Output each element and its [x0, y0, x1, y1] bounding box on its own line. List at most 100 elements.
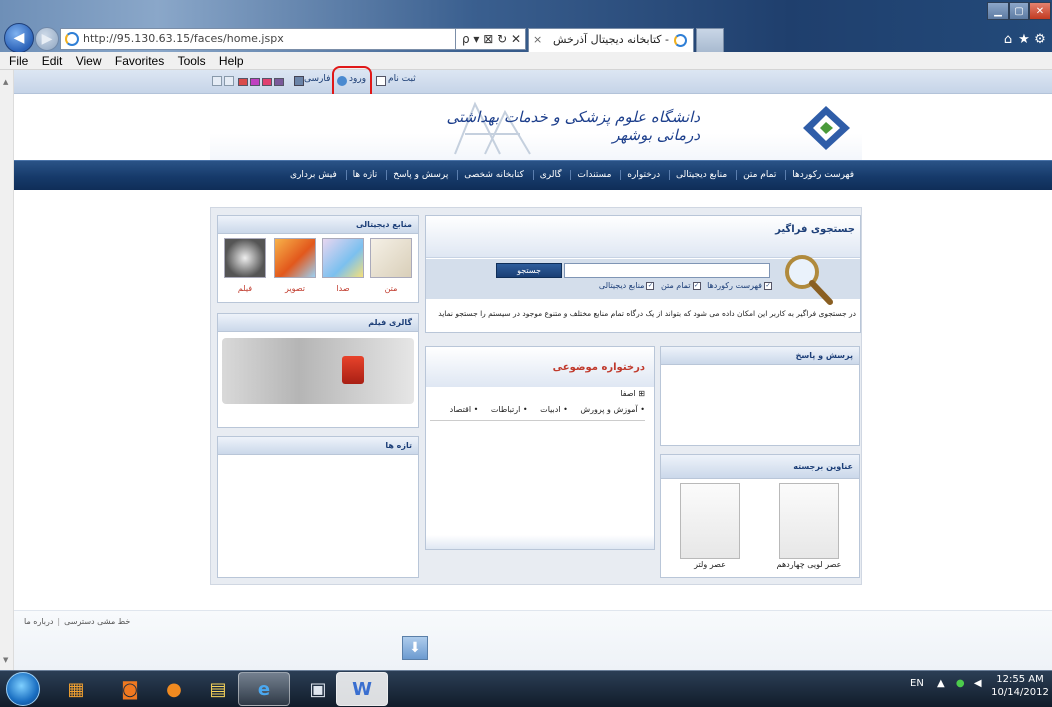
- print-icon[interactable]: [212, 76, 222, 86]
- menu-file[interactable]: File: [9, 54, 28, 68]
- nav-gallery[interactable]: گالری: [532, 170, 568, 180]
- nav-tree[interactable]: درختواره: [620, 170, 667, 180]
- footer-links: خط مشی دسترسی|درباره ما: [24, 617, 131, 626]
- signup-link[interactable]: ثبت نام: [388, 74, 416, 84]
- word-icon[interactable]: W: [336, 672, 388, 706]
- footer-link-policy[interactable]: خط مشی دسترسی: [64, 617, 130, 626]
- tree-item[interactable]: • ارتباطات: [491, 405, 528, 414]
- address-url: http://95.130.63.15/faces/home.jspx: [83, 32, 284, 45]
- film-gallery-banner[interactable]: [222, 338, 414, 404]
- nav-qa[interactable]: پرسش و پاسخ: [386, 170, 455, 180]
- option-full-text[interactable]: ✓تمام متن: [661, 281, 701, 290]
- settings-gear-icon[interactable]: ⚙: [1032, 32, 1048, 48]
- text-resource-label[interactable]: متن: [370, 284, 412, 293]
- nav-digital-resources[interactable]: منابع دیجیتالی: [669, 170, 734, 180]
- records-checkbox[interactable]: ✓: [764, 281, 772, 290]
- scroll-down-button[interactable]: ⬇: [402, 636, 428, 660]
- featured-book-cover[interactable]: [680, 483, 740, 559]
- clock-date: 10/14/2012: [991, 687, 1049, 698]
- tree-root-label[interactable]: اصفا: [620, 389, 636, 398]
- network-icon[interactable]: ●: [956, 678, 965, 689]
- system-clock[interactable]: 12:55 AM 10/14/2012: [990, 673, 1050, 699]
- featured-titles-title: عناوین برجسته: [661, 455, 859, 479]
- system-tray: EN ▲ ● ◀: [910, 678, 982, 689]
- tree-item[interactable]: • اقتصاد: [450, 405, 479, 414]
- tree-item[interactable]: • آموزش و پرورش: [580, 405, 645, 414]
- tab-close-icon[interactable]: ×: [533, 29, 547, 51]
- language-link[interactable]: فارسی: [304, 74, 330, 84]
- new-tab-button[interactable]: [696, 28, 724, 52]
- favorites-star-icon[interactable]: ★: [1016, 32, 1032, 48]
- full-text-checkbox[interactable]: ✓: [692, 281, 701, 290]
- address-bar[interactable]: http://95.130.63.15/faces/home.jspx: [60, 28, 456, 50]
- featured-book-cover[interactable]: [779, 483, 839, 559]
- image-resource-label[interactable]: تصویر: [274, 284, 316, 293]
- theme-pink-swatch[interactable]: [262, 78, 272, 86]
- clock-time: 12:55 AM: [996, 674, 1044, 685]
- back-arrow-icon: ◀: [13, 30, 25, 46]
- option-records[interactable]: ✓فهرست رکوردها: [707, 281, 772, 290]
- menu-view[interactable]: View: [76, 54, 102, 68]
- address-bar-tools[interactable]: ρ ▾ ⊠ ↻ ✕: [456, 28, 526, 50]
- start-button[interactable]: [6, 672, 40, 706]
- signup-icon: [376, 76, 386, 86]
- featured-book-title[interactable]: عصر ولتر: [670, 560, 750, 569]
- theme-red-swatch[interactable]: [238, 78, 248, 86]
- theme-purple-swatch[interactable]: [250, 78, 260, 86]
- film-gallery-clapper-icon: [342, 356, 364, 384]
- menu-edit[interactable]: Edit: [42, 54, 63, 68]
- scroll-up-icon[interactable]: ▲: [3, 78, 8, 86]
- scroll-down-icon[interactable]: ▼: [3, 656, 8, 664]
- nav-documents[interactable]: مستندات: [570, 170, 618, 180]
- audio-resource-label[interactable]: صدا: [322, 284, 364, 293]
- subject-tree-title: درختواره موضوعی: [552, 362, 645, 373]
- tree-item[interactable]: • ادبیات: [540, 405, 568, 414]
- featured-book-title[interactable]: عصر لویی چهاردهم: [769, 560, 849, 569]
- menu-help[interactable]: Help: [219, 54, 244, 68]
- audio-resource-icon[interactable]: [322, 238, 364, 278]
- browser-tab-active[interactable]: - کتابخانه دیجیتال آذرخش ×: [528, 28, 694, 52]
- nav-full-text[interactable]: تمام متن: [736, 170, 783, 180]
- theme-violet-swatch[interactable]: [274, 78, 284, 86]
- tab-title: - کتابخانه دیجیتال آذرخش: [553, 33, 669, 46]
- rss-icon[interactable]: [224, 76, 234, 86]
- tree-divider: [430, 420, 645, 421]
- nav-records-list[interactable]: فهرست رکوردها: [785, 170, 860, 180]
- taskbar-app-icon[interactable]: ▦: [50, 672, 102, 706]
- back-button[interactable]: ◀: [4, 23, 34, 53]
- volume-icon[interactable]: ◀: [974, 678, 982, 689]
- tray-expand-icon[interactable]: ▲: [937, 678, 945, 689]
- home-icon[interactable]: ⌂: [1000, 32, 1016, 48]
- minimize-button[interactable]: ▁: [987, 2, 1009, 20]
- option-digital[interactable]: ✓منابع دیجیتالی: [599, 281, 655, 290]
- internet-explorer-icon[interactable]: e: [238, 672, 290, 706]
- nav-personal-library[interactable]: کتابخانه شخصی: [457, 170, 530, 180]
- film-resource-label[interactable]: فیلم: [224, 284, 266, 293]
- nav-notes[interactable]: فیش برداری: [284, 170, 343, 180]
- text-resource-icon[interactable]: [370, 238, 412, 278]
- menu-favorites[interactable]: Favorites: [115, 54, 164, 68]
- news-title: تازه ها: [218, 437, 418, 455]
- image-resource-icon[interactable]: [274, 238, 316, 278]
- vertical-scrollbar[interactable]: ▲ ▼: [0, 70, 14, 670]
- search-input[interactable]: [564, 263, 770, 278]
- search-description: در جستجوی فراگیر به کاربر این امکان داده…: [438, 309, 856, 318]
- search-button[interactable]: جستجو: [496, 263, 562, 278]
- news-panel: تازه ها: [217, 436, 419, 578]
- forward-button[interactable]: ▶: [35, 27, 59, 51]
- film-resource-icon[interactable]: [224, 238, 266, 278]
- forward-arrow-icon: ▶: [41, 31, 53, 47]
- nav-news[interactable]: تازه ها: [345, 170, 384, 180]
- language-indicator[interactable]: EN: [910, 678, 924, 689]
- menu-bar: File Edit View Favorites Tools Help: [0, 52, 1052, 70]
- digital-checkbox[interactable]: ✓: [646, 281, 655, 290]
- file-explorer-icon[interactable]: ▤: [192, 672, 244, 706]
- tree-expand-icon[interactable]: ⊞: [638, 389, 645, 398]
- footer-link-about[interactable]: درباره ما: [24, 617, 53, 626]
- menu-tools[interactable]: Tools: [178, 54, 206, 68]
- maximize-button[interactable]: ▢: [1009, 2, 1029, 20]
- tree-root-node[interactable]: ⊞ اصفا: [560, 389, 645, 398]
- tab-favicon-icon: [674, 34, 687, 47]
- close-window-button[interactable]: ✕: [1029, 2, 1051, 20]
- tree-children: • آموزش و پرورش • ادبیات • ارتباطات • اق…: [430, 405, 645, 414]
